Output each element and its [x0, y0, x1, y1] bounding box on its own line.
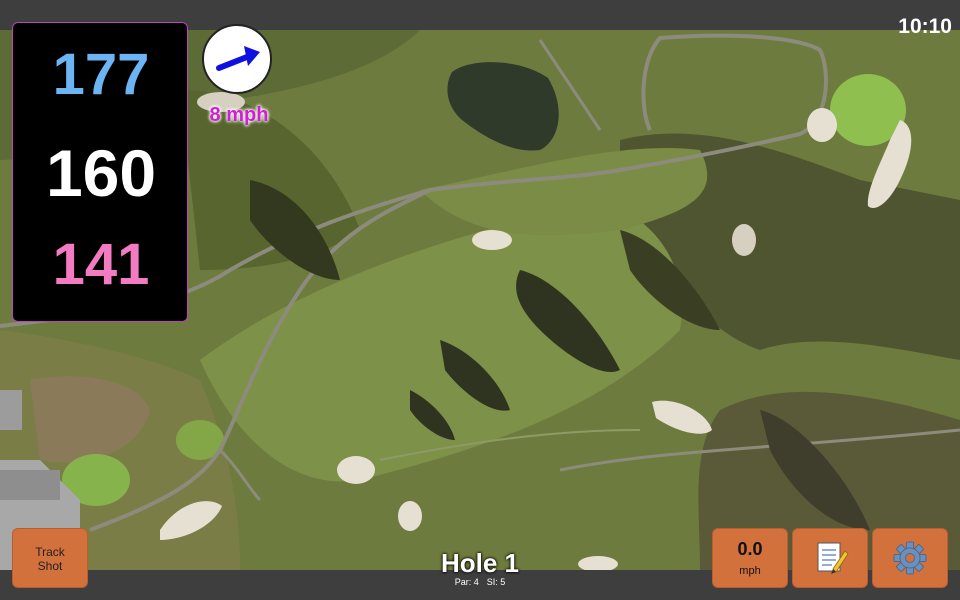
track-shot-label-line2: Shot: [37, 559, 63, 573]
track-shot-label-line1: Track: [35, 545, 65, 559]
hole-info: Par: 4 SI: 5: [380, 577, 580, 587]
notepad-icon: [817, 542, 849, 574]
settings-button[interactable]: [872, 528, 948, 588]
distance-front: 141: [52, 232, 150, 297]
arrow-right-icon: [216, 46, 260, 71]
wind-direction-indicator: [202, 24, 272, 94]
gear-icon: [893, 541, 927, 575]
notes-button[interactable]: [792, 528, 868, 588]
status-time: 10:10: [898, 15, 952, 38]
distance-panel: 177 160 141: [12, 22, 188, 322]
wind-speed-label: 8 mph: [209, 104, 269, 126]
distance-middle: 160: [45, 136, 157, 210]
wind-speed-button[interactable]: 0.0 mph: [712, 528, 788, 588]
wind-speed-unit: mph: [739, 565, 761, 577]
hole-title: Hole 1: [440, 548, 520, 578]
wind-speed-value: 0.0: [737, 539, 763, 559]
hole-par: Par: 4: [454, 577, 479, 587]
distance-back: 177: [52, 42, 150, 107]
track-shot-button[interactable]: Track Shot: [12, 528, 88, 588]
hole-stroke-index: SI: 5: [486, 577, 506, 587]
